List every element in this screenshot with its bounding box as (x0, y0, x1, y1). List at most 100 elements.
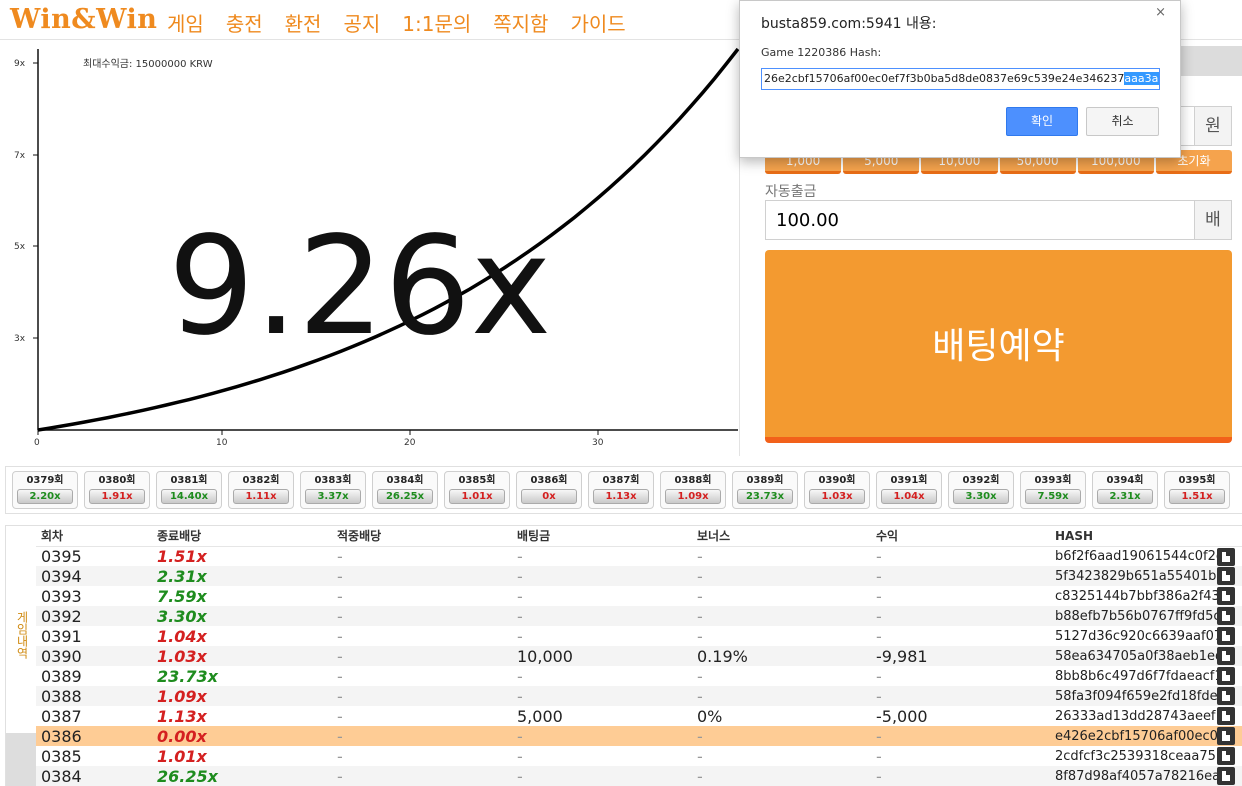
site-logo[interactable]: Win&Win (10, 4, 157, 35)
history-end-mult-text: 1.09x (157, 686, 207, 706)
recent-game-card[interactable]: 0395회 1.51x (1164, 471, 1230, 509)
history-row[interactable]: 0391 1.04x - - - - 5127d36c920c6639aaf07 (36, 626, 1242, 646)
history-bet-text: 5,000 (517, 706, 563, 726)
recent-game-card[interactable]: 0384회 26.25x (372, 471, 438, 509)
history-end-mult: 3.30x (152, 606, 332, 626)
history-row[interactable]: 0386 0.00x - - - - e426e2cbf15706af00ec0 (36, 726, 1242, 746)
dialog-hash-input[interactable]: 26e2cbf15706af00ec0ef7f3b0ba5d8de0837e69… (761, 68, 1160, 90)
copy-icon[interactable] (1217, 627, 1235, 645)
history-end-mult-text: 1.13x (157, 706, 207, 726)
dialog-ok-button[interactable]: 확인 (1006, 107, 1078, 136)
nav-messages[interactable]: 쪽지함 (493, 8, 548, 37)
copy-icon[interactable] (1217, 587, 1235, 605)
history-hash: 5127d36c920c6639aaf07 (1050, 626, 1242, 646)
recent-game-card[interactable]: 0381회 14.40x (156, 471, 222, 509)
copy-icon[interactable] (1217, 567, 1235, 585)
history-row[interactable]: 0393 7.59x - - - - c8325144b7bbf386a2f43 (36, 586, 1242, 606)
nav-guide[interactable]: 가이드 (570, 8, 625, 37)
close-icon[interactable]: × (1155, 5, 1166, 20)
dialog-message: Game 1220386 Hash: (761, 46, 882, 59)
history-end-mult-text: 1.03x (157, 646, 207, 666)
recent-game-card[interactable]: 0390회 1.03x (804, 471, 870, 509)
recent-game-card[interactable]: 0386회 0x (516, 471, 582, 509)
copy-icon[interactable] (1217, 647, 1235, 665)
nav-charge[interactable]: 충전 (226, 8, 263, 37)
history-side-tab[interactable]: 게임내역 (6, 526, 36, 786)
history-hash-text: 8bb8b6c497d6f7fdaeacf1 (1055, 668, 1223, 684)
copy-icon[interactable] (1217, 547, 1235, 566)
recent-game-card[interactable]: 0385회 1.01x (444, 471, 510, 509)
history-round: 0392 (36, 606, 152, 626)
recent-game-card[interactable]: 0391회 1.04x (876, 471, 942, 509)
recent-game-multiplier: 2.31x (1097, 489, 1153, 504)
history-bet: - (512, 666, 692, 686)
history-table: 회차 종료배당 적중배당 배팅금 보너스 수익 HASH 0395 1.51x - -… (36, 526, 1242, 786)
recent-game-card[interactable]: 0394회 2.31x (1092, 471, 1158, 509)
col-profit: 수익 (871, 526, 1050, 547)
history-profit-text: -9,981 (876, 646, 928, 666)
history-bet: - (512, 606, 692, 626)
history-row[interactable]: 0395 1.51x - - - - b6f2f6aad19061544c0f2c (36, 546, 1242, 566)
history-bet-text: - (517, 586, 523, 606)
col-end-mult: 종료배당 (152, 526, 332, 547)
history-hit-mult-text: - (337, 746, 343, 766)
history-bet-text: 10,000 (517, 646, 573, 666)
history-bonus-text: - (697, 626, 703, 646)
history-row[interactable]: 0392 3.30x - - - - b88efb7b56b0767ff9fd5c (36, 606, 1242, 626)
y-tick-label: 3x (14, 334, 26, 344)
recent-game-card[interactable]: 0383회 3.37x (300, 471, 366, 509)
nav-inquiry[interactable]: 1:1문의 (402, 8, 471, 37)
copy-icon[interactable] (1217, 727, 1235, 745)
history-hash: c8325144b7bbf386a2f43 (1050, 586, 1242, 606)
copy-icon[interactable] (1217, 607, 1235, 625)
history-bonus: - (692, 726, 871, 746)
history-bonus: - (692, 766, 871, 786)
recent-game-card[interactable]: 0393회 7.59x (1020, 471, 1086, 509)
history-row[interactable]: 0387 1.13x -5,000 0% -5,000 26333ad13dd28743a… (36, 706, 1242, 726)
nav-game[interactable]: 게임 (167, 8, 204, 37)
nav-exchange[interactable]: 환전 (285, 8, 322, 37)
history-hash: 8bb8b6c497d6f7fdaeacf1 (1050, 666, 1242, 686)
history-row[interactable]: 0384 26.25x - - - - 8f87d98af4057a78216ea (36, 766, 1242, 786)
col-round: 회차 (36, 526, 152, 547)
recent-game-card[interactable]: 0388회 1.09x (660, 471, 726, 509)
game-history-panel: 게임내역 회차 종료배당 적중배당 배팅금 보너스 수익 HASH 0395 1.… (5, 525, 1242, 786)
recent-game-card[interactable]: 0379회 2.20x (12, 471, 78, 509)
recent-game-card[interactable]: 0380회 1.91x (84, 471, 150, 509)
copy-icon[interactable] (1217, 687, 1235, 705)
history-bet: - (512, 686, 692, 706)
history-profit-text: -5,000 (876, 706, 928, 726)
history-end-mult-text: 0.00x (157, 726, 207, 746)
copy-icon[interactable] (1217, 667, 1235, 685)
recent-game-card[interactable]: 0387회 1.13x (588, 471, 654, 509)
crash-graph-panel: 9x 7x 5x 3x 0 10 20 30 최대수익금: 15000000 K… (0, 41, 740, 456)
history-row[interactable]: 0389 23.73x - - - - 8bb8b6c497d6f7fdaeacf1 (36, 666, 1242, 686)
history-row[interactable]: 0385 1.01x - - - - 2cdfcf3c2539318ceaa75 (36, 746, 1242, 766)
recent-game-card[interactable]: 0382회 1.11x (228, 471, 294, 509)
copy-icon[interactable] (1217, 707, 1235, 725)
history-row[interactable]: 0390 1.03x - 10,000 0.19% -9,981 58ea634705a0f… (36, 646, 1242, 666)
place-bet-button[interactable]: 배팅예약 (765, 250, 1232, 443)
history-hash: 26333ad13dd28743aeef (1050, 706, 1242, 726)
history-profit: - (871, 586, 1050, 606)
history-row[interactable]: 0394 2.31x - - - - 5f3423829b651a55401b9 (36, 566, 1242, 586)
nav-notice[interactable]: 공지 (343, 8, 380, 37)
history-bonus-text: - (697, 726, 703, 746)
history-profit: - (871, 766, 1050, 786)
dialog-cancel-button[interactable]: 취소 (1086, 107, 1159, 136)
recent-game-round: 0379회 (26, 475, 64, 486)
copy-icon[interactable] (1217, 747, 1235, 765)
history-end-mult-text: 1.01x (157, 746, 207, 766)
recent-game-multiplier: 1.03x (809, 489, 865, 504)
history-bonus: 0.19% (692, 646, 871, 666)
recent-game-card[interactable]: 0392회 3.30x (948, 471, 1014, 509)
copy-icon[interactable] (1217, 767, 1235, 785)
history-round: 0393 (36, 586, 152, 606)
recent-game-card[interactable]: 0389회 23.73x (732, 471, 798, 509)
history-hash-text: 58ea634705a0f38aeb1ed (1055, 648, 1224, 664)
auto-cashout-input[interactable] (765, 200, 1195, 240)
history-body: 0395 1.51x - - - - b6f2f6aad19061544c0f2c 0394 2… (36, 546, 1242, 786)
history-row[interactable]: 0388 1.09x - - - - 58fa3f094f659e2fd18fde (36, 686, 1242, 706)
history-hash-text: e426e2cbf15706af00ec0 (1055, 728, 1218, 744)
y-tick-label: 9x (14, 59, 26, 69)
